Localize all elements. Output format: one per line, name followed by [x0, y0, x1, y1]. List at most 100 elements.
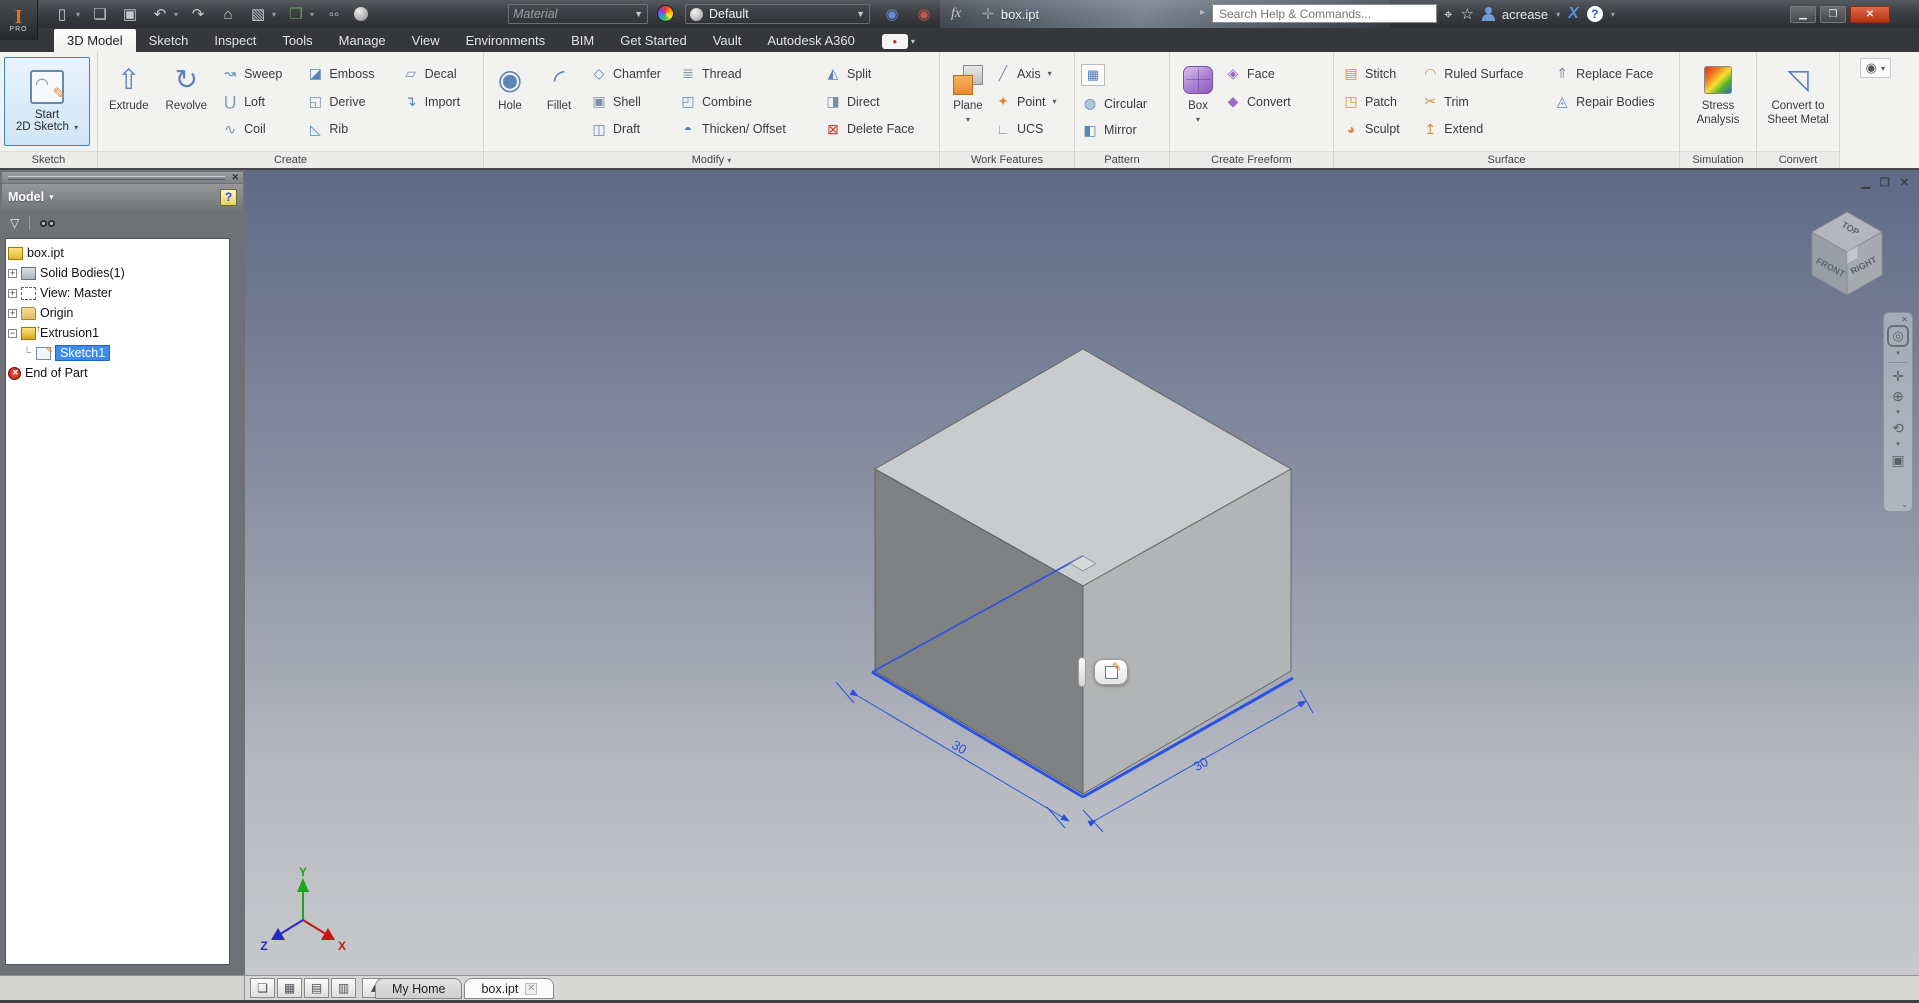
revolve-button[interactable]: Revolve [158, 55, 216, 148]
help-button[interactable]: ? [1587, 6, 1603, 22]
coil-button[interactable]: Coil [221, 120, 306, 138]
extrude-button[interactable]: Extrude [100, 55, 158, 148]
navbar-expand-icon[interactable] [1901, 500, 1912, 511]
tree-item-part-root[interactable]: box.ipt [8, 243, 227, 263]
undo-icon[interactable] [150, 5, 170, 23]
expand-plus-icon[interactable]: + [8, 269, 17, 278]
group-label-modify[interactable]: Modify [484, 151, 939, 168]
hole-button[interactable]: Hole [486, 55, 534, 148]
ucs-button[interactable]: UCS [994, 120, 1072, 138]
tree-item-extrusion1[interactable]: − Extrusion1 [8, 323, 227, 343]
tab-vault[interactable]: Vault [700, 29, 755, 52]
search-input[interactable] [1212, 4, 1437, 23]
pan-icon[interactable] [1892, 366, 1904, 386]
tab-tools[interactable]: Tools [269, 29, 325, 52]
user-avatar-icon[interactable] [1482, 7, 1494, 21]
dim-left-value[interactable]: 30 [949, 737, 969, 757]
rib-button[interactable]: Rib [306, 120, 401, 138]
axis-button[interactable]: Axis [994, 65, 1072, 83]
tab-close-icon[interactable]: ✕ [525, 983, 537, 995]
edit-sketch-button[interactable] [1094, 659, 1128, 685]
close-button[interactable] [1850, 6, 1890, 23]
thread-button[interactable]: Thread [679, 65, 824, 83]
circular-pattern-button[interactable]: Circular [1081, 95, 1167, 113]
stress-analysis-button[interactable]: Stress Analysis [1683, 55, 1753, 148]
tree-item-end-of-part[interactable]: End of Part [8, 363, 227, 383]
browser-help-icon[interactable]: ? [220, 189, 237, 206]
tree-item-solid-bodies[interactable]: + Solid Bodies(1) [8, 263, 227, 283]
appearance-dropdown[interactable]: Default [685, 4, 870, 24]
draft-button[interactable]: Draft [590, 120, 679, 138]
loft-button[interactable]: Loft [221, 93, 306, 111]
expand-plus-icon[interactable]: + [8, 289, 17, 298]
repair-bodies-button[interactable]: Repair Bodies [1553, 93, 1677, 111]
tab-3d-model[interactable]: 3D Model [54, 29, 136, 52]
group-label-create[interactable]: Create [98, 151, 483, 168]
decal-button[interactable]: Decal [402, 65, 481, 83]
doc-close-icon[interactable] [1900, 176, 1909, 189]
derive-button[interactable]: Derive [306, 93, 401, 111]
tile-vertical-icon[interactable] [331, 978, 356, 998]
tile-windows-icon[interactable] [277, 978, 302, 998]
trim-button[interactable]: Trim [1421, 93, 1553, 111]
ruled-surface-button[interactable]: Ruled Surface [1421, 65, 1553, 83]
browser-grip-bar[interactable]: ✕ [2, 172, 243, 183]
start-2d-sketch-button[interactable]: Start 2D Sketch [4, 57, 90, 146]
measure-icon[interactable] [324, 6, 344, 23]
import-button[interactable]: Import [402, 93, 481, 111]
chamfer-button[interactable]: Chamfer [590, 65, 679, 83]
split-button[interactable]: Split [824, 65, 934, 83]
sculpt-button[interactable]: Sculpt [1342, 120, 1421, 138]
mirror-button[interactable]: Mirror [1081, 121, 1167, 139]
combine-button[interactable]: Combine [679, 93, 824, 111]
search-expand-icon[interactable] [1200, 7, 1205, 18]
freeform-box-button[interactable]: Box [1172, 55, 1224, 148]
shell-button[interactable]: Shell [590, 93, 679, 111]
orbit-dropdown-icon[interactable] [1896, 440, 1900, 448]
view-cube[interactable]: TOP FRONT RIGHT [1797, 206, 1897, 311]
redo-icon[interactable] [188, 5, 208, 23]
update-dropdown-icon[interactable] [310, 10, 314, 19]
tab-view[interactable]: View [399, 29, 453, 52]
convert-to-sheet-metal-button[interactable]: Convert to Sheet Metal [1759, 55, 1837, 148]
expand-plus-icon[interactable]: + [8, 309, 17, 318]
undo-dropdown-icon[interactable] [174, 10, 178, 19]
tile-horizontal-icon[interactable] [304, 978, 329, 998]
tab-bim[interactable]: BIM [558, 29, 607, 52]
rectangular-pattern-button[interactable] [1081, 64, 1167, 86]
home-icon[interactable] [218, 6, 238, 23]
sphere-icon[interactable] [354, 7, 368, 21]
new-file-icon[interactable] [52, 5, 72, 23]
group-label-create-freeform[interactable]: Create Freeform [1170, 151, 1333, 168]
adjust-appearance-icon[interactable] [882, 5, 902, 23]
media-player-icon[interactable]: ● [882, 34, 908, 49]
satellite-icon[interactable] [1444, 6, 1452, 23]
save-icon[interactable] [120, 5, 140, 23]
ribbon-collapse-button[interactable] [1860, 58, 1891, 78]
help-dropdown-icon[interactable] [1611, 10, 1615, 19]
sweep-button[interactable]: Sweep [221, 65, 306, 83]
user-dropdown-icon[interactable] [1556, 10, 1560, 19]
zoom-dropdown-icon[interactable] [1896, 408, 1900, 416]
group-label-convert[interactable]: Convert [1757, 151, 1839, 168]
render-dropdown-icon[interactable] [272, 10, 276, 19]
tab-environments[interactable]: Environments [453, 29, 558, 52]
app-logo-button[interactable]: I PRO [0, 0, 38, 40]
color-wheel-icon[interactable] [657, 5, 674, 22]
group-label-sketch[interactable]: Sketch [0, 151, 97, 168]
restore-button[interactable] [1820, 6, 1846, 23]
tree-item-sketch1[interactable]: └ Sketch1 [8, 343, 227, 363]
direct-button[interactable]: Direct [824, 93, 934, 111]
tree-item-origin[interactable]: + Origin [8, 303, 227, 323]
plane-button[interactable]: Plane [942, 55, 994, 148]
point-button[interactable]: Point [994, 93, 1072, 111]
navigation-wheel-icon[interactable] [1887, 325, 1909, 347]
media-dropdown-icon[interactable] [911, 37, 915, 46]
cascade-windows-icon[interactable] [250, 978, 275, 998]
username-label[interactable]: acrease [1502, 7, 1548, 22]
tab-box-ipt[interactable]: box.ipt ✕ [464, 978, 554, 999]
browser-header[interactable]: Model ? [2, 184, 243, 210]
tab-my-home[interactable]: My Home [375, 978, 462, 999]
wheel-dropdown-icon[interactable] [1896, 349, 1900, 357]
emboss-button[interactable]: Emboss [306, 65, 401, 83]
